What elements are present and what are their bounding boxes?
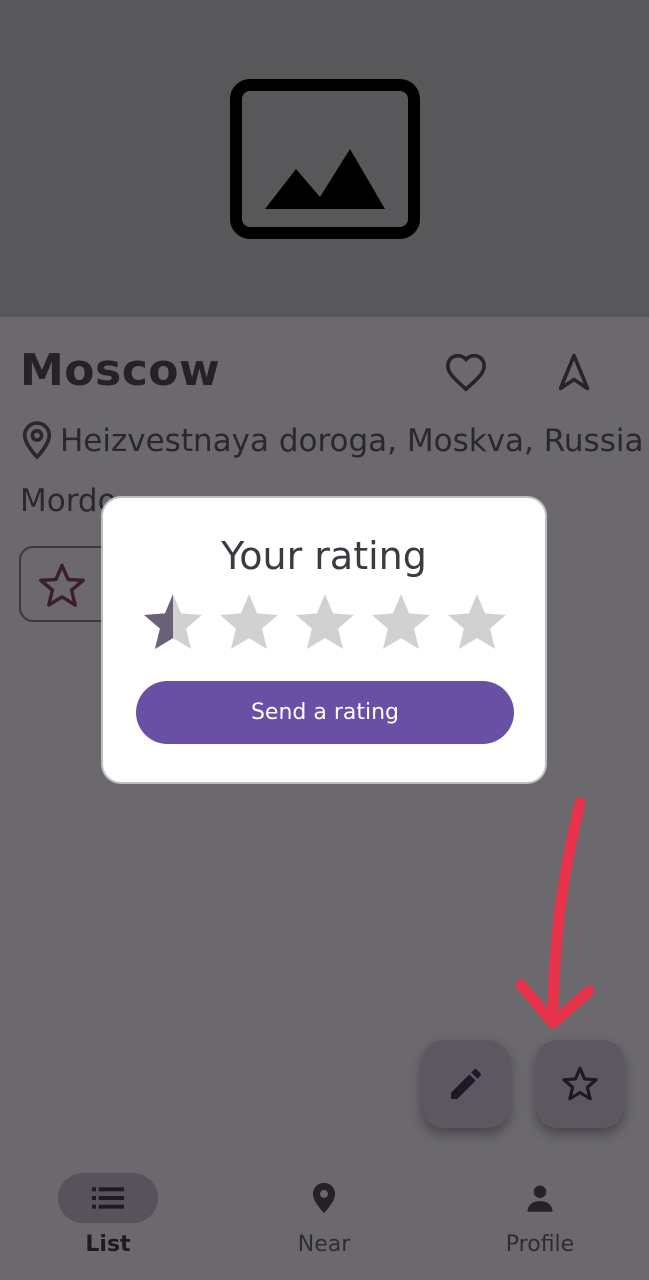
bottom-navigation: List Near Profile: [0, 1150, 649, 1280]
rating-star-2[interactable]: [215, 590, 283, 654]
list-icon: [92, 1187, 124, 1209]
nav-item-profile[interactable]: Profile: [432, 1150, 648, 1280]
heart-outline-icon: [445, 353, 487, 392]
navigation-arrow-icon: [558, 353, 590, 391]
nav-indicator: [58, 1173, 158, 1223]
star-rating[interactable]: [139, 590, 519, 656]
nav-indicator: [490, 1173, 590, 1223]
place-detail-screen: Moscow Heizvestnaya doroga, Moskva, Russ…: [0, 0, 649, 1280]
nav-item-list[interactable]: List: [0, 1150, 216, 1280]
nav-item-near[interactable]: Near: [216, 1150, 432, 1280]
rating-dialog: Your rating Send a rating: [101, 496, 547, 784]
page-title: Moscow: [20, 345, 221, 396]
edit-button[interactable]: [422, 1040, 510, 1128]
map-pin-outline-icon: [22, 421, 52, 460]
navigate-button[interactable]: [548, 346, 600, 398]
rate-button[interactable]: [536, 1040, 624, 1128]
hero-image: [0, 0, 649, 317]
rating-star-4[interactable]: [367, 590, 435, 654]
image-placeholder-icon: [230, 79, 420, 239]
nav-label-profile: Profile: [505, 1232, 575, 1257]
address-line-1: Heizvestnaya doroga, Moskva, Russia: [60, 423, 644, 459]
rating-star-3[interactable]: [291, 590, 359, 654]
annotation-arrow: [515, 797, 595, 1029]
star-outline-icon: [562, 1066, 598, 1101]
rating-star-5[interactable]: [443, 590, 511, 654]
location-pin-icon: [312, 1182, 336, 1214]
star-outline-icon: [39, 563, 85, 607]
dialog-title: Your rating: [221, 534, 427, 578]
send-rating-button[interactable]: Send a rating: [136, 681, 514, 744]
favorite-button[interactable]: [440, 346, 492, 398]
person-icon: [527, 1185, 553, 1212]
nav-label-list: List: [85, 1232, 131, 1257]
pencil-icon: [451, 1069, 481, 1099]
nav-label-near: Near: [297, 1232, 351, 1257]
rating-star-1[interactable]: [139, 590, 207, 654]
nav-indicator: [274, 1173, 374, 1223]
